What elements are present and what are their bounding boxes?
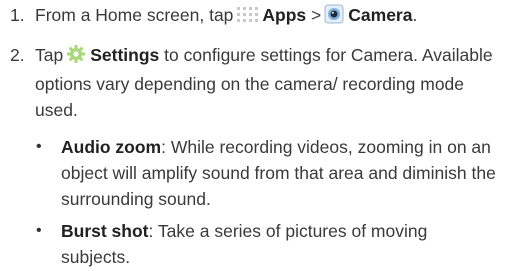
camera-label: Camera xyxy=(348,5,413,25)
step-1: 1. From a Home screen, tap Apps > Camera… xyxy=(10,2,501,31)
step-1-text: From a Home screen, tap Apps > Camera. xyxy=(35,2,501,31)
apps-grid-icon xyxy=(236,5,259,31)
step-2-text: Tap Settings to configure settings for C… xyxy=(35,44,493,120)
bullet-burst-shot: • Burst shot: Take a series of pictures … xyxy=(36,218,501,270)
gear-icon xyxy=(66,44,86,71)
bullet-title: Burst shot xyxy=(61,221,149,241)
step-number: 1. xyxy=(10,5,25,25)
step-number: 2. xyxy=(10,45,25,65)
bullet-audio-zoom: • Audio zoom: While recording videos, zo… xyxy=(36,134,501,212)
instructions-page: 1. From a Home screen, tap Apps > Camera… xyxy=(0,0,509,271)
step-2: 2. Tap Settings to configure settings fo… xyxy=(10,42,501,123)
apps-label: Apps xyxy=(262,5,307,25)
bullet-title: Audio zoom xyxy=(61,137,162,157)
bullet-marker: • xyxy=(36,222,42,239)
bullet-marker: • xyxy=(36,138,42,155)
settings-label: Settings xyxy=(90,45,160,65)
camera-icon xyxy=(324,4,344,31)
